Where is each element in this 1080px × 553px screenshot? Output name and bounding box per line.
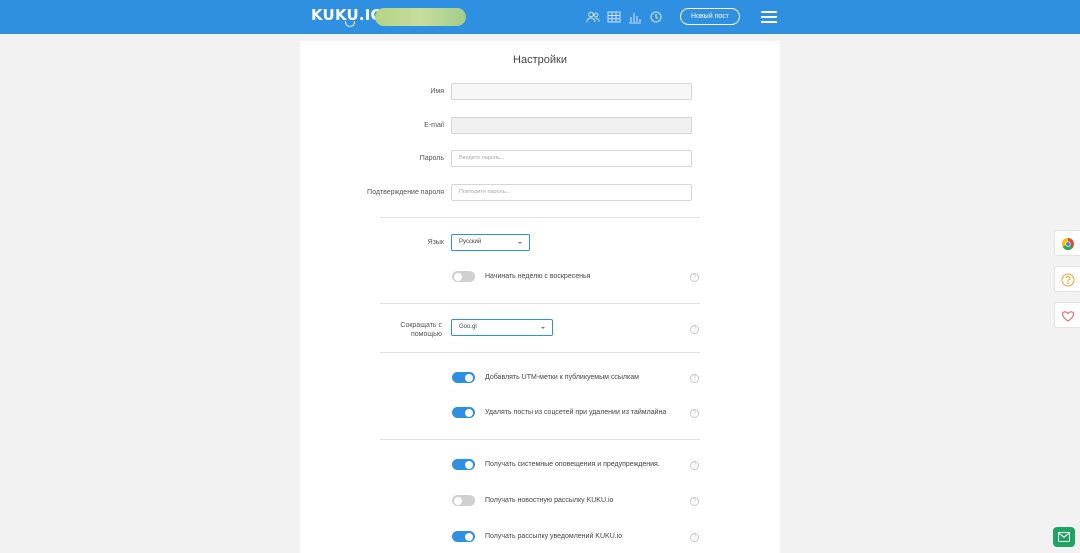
help-icon[interactable]: ? bbox=[690, 325, 699, 334]
help-button[interactable] bbox=[1054, 266, 1080, 292]
help-icon[interactable]: ? bbox=[690, 461, 699, 470]
language-value: Русский bbox=[459, 239, 482, 245]
calendar-grid-icon[interactable] bbox=[607, 10, 621, 24]
divider bbox=[380, 303, 700, 304]
shorten-label: Сокращать с помощью bbox=[400, 322, 442, 338]
logo-decoration bbox=[345, 21, 355, 27]
help-icon[interactable]: ? bbox=[690, 374, 699, 383]
project-selector[interactable] bbox=[375, 8, 466, 26]
users-icon[interactable] bbox=[586, 10, 600, 24]
utm-label: Добавлять UTM-метки к публикуемым ссылка… bbox=[485, 374, 639, 381]
shortener-select[interactable]: Goo.gl bbox=[451, 319, 553, 336]
newsletter-label: Получать новостную рассылку KUKU.io bbox=[485, 497, 614, 504]
confirm-password-field[interactable]: Повторите пароль... bbox=[451, 184, 692, 201]
envelope-icon bbox=[1058, 532, 1070, 542]
settings-card: Настройки Имя E-mail Пароль Введите паро… bbox=[300, 41, 780, 553]
delete-posts-toggle[interactable] bbox=[452, 407, 475, 418]
notifications-label: Получать рассылку уведомлений KUKU.io bbox=[485, 533, 623, 540]
chrome-icon bbox=[1061, 238, 1074, 251]
heart-icon bbox=[1061, 311, 1075, 322]
system-alerts-toggle[interactable] bbox=[452, 459, 475, 470]
password-field[interactable]: Введите пароль... bbox=[451, 150, 692, 167]
language-label: Язык bbox=[427, 239, 444, 246]
system-alerts-label: Получать системные оповещения и предупре… bbox=[485, 461, 660, 468]
favorite-button[interactable] bbox=[1054, 302, 1080, 328]
help-icon[interactable]: ? bbox=[690, 533, 699, 542]
confirm-password-label: Подтверждение пароля bbox=[367, 189, 444, 196]
divider bbox=[380, 439, 700, 440]
password-label: Пароль bbox=[419, 155, 444, 162]
email-label: E-mail bbox=[424, 122, 444, 129]
notifications-toggle[interactable] bbox=[452, 531, 475, 542]
top-navbar: KUKU.IO Новый пост bbox=[0, 0, 1080, 34]
menu-icon[interactable] bbox=[761, 11, 777, 23]
divider bbox=[380, 352, 700, 353]
clock-icon[interactable] bbox=[649, 10, 663, 24]
help-icon[interactable]: ? bbox=[690, 409, 699, 418]
chevron-down-icon bbox=[541, 327, 545, 329]
delete-posts-label: Удалять посты из соцсетей при удалении и… bbox=[485, 409, 667, 416]
question-icon bbox=[1061, 273, 1075, 287]
page-title: Настройки bbox=[513, 54, 567, 66]
week-sunday-toggle[interactable] bbox=[452, 271, 475, 282]
week-sunday-label: Начинать неделю с воскресенья bbox=[485, 273, 591, 280]
shortener-value: Goo.gl bbox=[459, 324, 477, 330]
name-field[interactable] bbox=[451, 83, 692, 100]
help-icon[interactable]: ? bbox=[690, 497, 699, 506]
chevron-down-icon bbox=[518, 242, 522, 244]
help-icon[interactable]: ? bbox=[690, 273, 699, 282]
stats-icon[interactable] bbox=[628, 10, 642, 24]
chrome-extension-button[interactable] bbox=[1054, 230, 1080, 256]
utm-toggle[interactable] bbox=[452, 372, 475, 383]
new-post-button[interactable]: Новый пост bbox=[680, 8, 740, 25]
email-field[interactable] bbox=[451, 117, 692, 134]
divider bbox=[380, 217, 700, 218]
chat-button[interactable] bbox=[1053, 527, 1075, 547]
newsletter-toggle[interactable] bbox=[452, 495, 475, 506]
language-select[interactable]: Русский bbox=[451, 234, 530, 251]
name-label: Имя bbox=[430, 88, 444, 95]
